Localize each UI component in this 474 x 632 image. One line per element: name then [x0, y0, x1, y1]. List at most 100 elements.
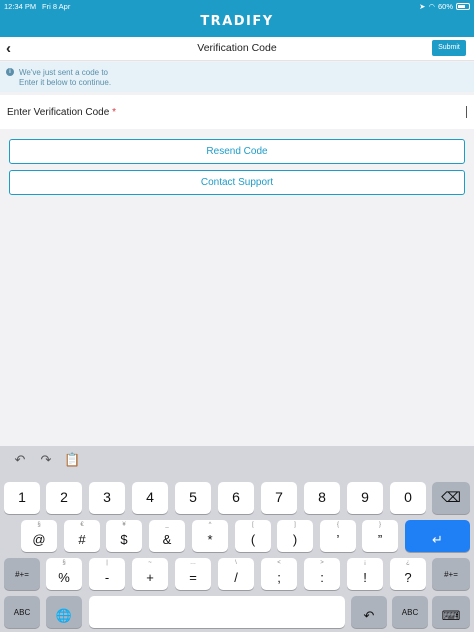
key-8[interactable]: 8 — [304, 482, 340, 514]
key-asterisk-alt: ^ — [208, 522, 212, 528]
key-close-paren[interactable]: ]) — [277, 520, 313, 552]
abc-key-left[interactable]: ABC — [4, 596, 40, 628]
required-mark: * — [112, 107, 116, 118]
key-plus[interactable]: ~ + — [132, 558, 168, 590]
key-open-paren-alt: [ — [252, 522, 254, 528]
undo-key[interactable]: ↶ — [351, 596, 387, 628]
key-0[interactable]: 0 — [390, 482, 426, 514]
space-bar[interactable] — [89, 596, 345, 628]
info-icon: i — [6, 68, 14, 76]
delete-key[interactable]: ⌫ — [432, 482, 470, 514]
symbols-key-right-label: #+= — [444, 570, 458, 579]
battery-icon — [456, 3, 470, 10]
key-question[interactable]: ¿? — [390, 558, 426, 590]
abc-key-right[interactable]: ABC — [392, 596, 428, 628]
app-header: 12:34 PM Fri 8 Apr ➤ ◠ 60% TRADIFY — [0, 0, 474, 37]
key-dollar-label: $ — [120, 532, 128, 547]
wifi-icon: ◠ — [428, 2, 435, 11]
status-date: Fri 8 Apr — [42, 2, 71, 11]
key-slash-alt: \ — [235, 560, 237, 566]
status-bar: 12:34 PM Fri 8 Apr ➤ ◠ 60% — [0, 0, 474, 12]
key-at-label: @ — [32, 532, 46, 547]
symbols-key-left-label: #+= — [15, 570, 29, 579]
contact-support-button[interactable]: Contact Support — [9, 170, 465, 195]
key-dollar[interactable]: ¥ $ — [106, 520, 142, 552]
submit-button[interactable]: Submit — [432, 40, 466, 56]
keyboard-toolbar: ↶ ↷ 📋 — [0, 446, 474, 476]
key-2[interactable]: 2 — [46, 482, 82, 514]
key-apostrophe-label: ’ — [336, 532, 340, 547]
return-icon: ↵ — [432, 532, 443, 547]
key-asterisk[interactable]: ^ * — [192, 520, 228, 552]
key-1[interactable]: 1 — [4, 482, 40, 514]
key-0-label: 0 — [404, 489, 412, 505]
symbols-key-left[interactable]: #+= — [4, 558, 40, 590]
key-open-paren[interactable]: [( — [235, 520, 271, 552]
key-colon[interactable]: >: — [304, 558, 340, 590]
key-equals-label: = — [189, 570, 197, 585]
key-percent[interactable]: §% — [46, 558, 82, 590]
key-colon-alt: > — [320, 560, 324, 566]
verification-code-field[interactable]: Enter Verification Code * — [0, 95, 474, 129]
key-exclamation-alt: ¡ — [364, 560, 366, 566]
location-icon: ➤ — [419, 2, 426, 11]
text-caret — [466, 106, 467, 118]
key-exclamation-label: ! — [363, 570, 367, 585]
hide-keyboard-key[interactable]: ⌨ — [432, 596, 470, 628]
onscreen-keyboard: ↶ ↷ 📋 1 2 3 4 5 6 7 8 9 0 ⌫ § @ € # ¥ $ _ & … — [0, 446, 474, 632]
nav-bar: ‹ Verification Code Submit — [0, 37, 474, 61]
key-6[interactable]: 6 — [218, 482, 254, 514]
key-minus[interactable]: | - — [89, 558, 125, 590]
key-5[interactable]: 5 — [175, 482, 211, 514]
key-2-label: 2 — [60, 489, 68, 505]
key-ampersand-alt: _ — [165, 522, 169, 528]
key-apostrophe-alt: { — [336, 522, 339, 528]
key-7[interactable]: 7 — [261, 482, 297, 514]
key-quote[interactable]: }” — [362, 520, 398, 552]
key-quote-alt: } — [378, 522, 381, 528]
key-exclamation[interactable]: ¡! — [347, 558, 383, 590]
key-hash[interactable]: € # — [64, 520, 100, 552]
key-4-label: 4 — [146, 489, 154, 505]
globe-key[interactable]: 🌐 — [46, 596, 82, 628]
key-hash-label: # — [78, 532, 86, 547]
key-quote-label: ” — [377, 532, 383, 547]
paste-icon[interactable]: 📋 — [64, 452, 80, 468]
key-3[interactable]: 3 — [89, 482, 125, 514]
symbols-key-right[interactable]: #+= — [432, 558, 470, 590]
content-area — [0, 196, 474, 446]
key-question-alt: ¿ — [406, 560, 410, 566]
key-ampersand[interactable]: _ & — [149, 520, 185, 552]
key-semicolon-alt: < — [277, 560, 281, 566]
key-plus-label: + — [146, 570, 154, 585]
key-colon-label: : — [320, 570, 324, 585]
abc-key-left-label: ABC — [13, 608, 31, 617]
key-6-label: 6 — [232, 489, 240, 505]
key-5-label: 5 — [189, 489, 197, 505]
key-hash-alt: € — [80, 522, 84, 528]
key-equals[interactable]: … = — [175, 558, 211, 590]
key-close-paren-label: ) — [292, 532, 298, 547]
info-line-2: Enter it below to continue. — [19, 78, 112, 87]
key-asterisk-label: * — [207, 532, 213, 547]
globe-icon: 🌐 — [55, 608, 73, 623]
resend-code-button[interactable]: Resend Code — [9, 139, 465, 164]
page-title: Verification Code — [197, 42, 277, 54]
key-at-alt: § — [37, 522, 41, 528]
key-at[interactable]: § @ — [21, 520, 57, 552]
field-label-text: Enter Verification Code — [7, 107, 110, 118]
key-minus-alt: | — [106, 560, 108, 566]
redo-icon[interactable]: ↷ — [38, 452, 54, 468]
key-apostrophe[interactable]: {’ — [320, 520, 356, 552]
key-slash-label: / — [234, 570, 238, 585]
key-semicolon[interactable]: <; — [261, 558, 297, 590]
key-8-label: 8 — [318, 489, 326, 505]
key-3-label: 3 — [103, 489, 111, 505]
key-4[interactable]: 4 — [132, 482, 168, 514]
abc-key-right-label: ABC — [401, 608, 419, 617]
undo-icon[interactable]: ↶ — [12, 452, 28, 468]
key-slash[interactable]: \ / — [218, 558, 254, 590]
return-key[interactable]: ↵ — [405, 520, 470, 552]
brand-logo: TRADIFY — [200, 14, 274, 29]
key-9[interactable]: 9 — [347, 482, 383, 514]
